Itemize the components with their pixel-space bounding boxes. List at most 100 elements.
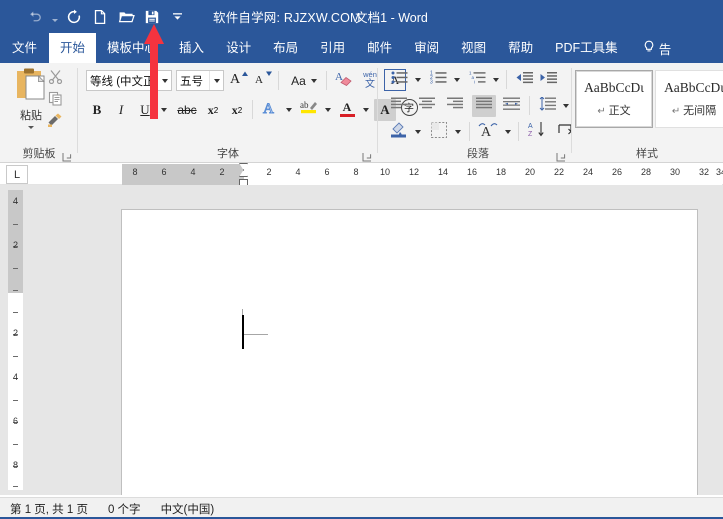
- highlight-icon: ab: [300, 99, 318, 119]
- strikethrough-button[interactable]: abc: [174, 99, 200, 121]
- borders-dropdown-icon[interactable]: [451, 121, 464, 143]
- ruler-tick: 22: [553, 167, 565, 177]
- justify-button[interactable]: [472, 95, 496, 117]
- align-center-button[interactable]: [416, 95, 438, 117]
- bold-label: B: [92, 102, 102, 117]
- align-right-button[interactable]: [444, 95, 466, 117]
- numbered-list-icon: 1 2 3: [430, 70, 447, 90]
- status-word-count[interactable]: 0 个字: [98, 501, 151, 517]
- ruler-tick: 8: [353, 167, 359, 177]
- group-label-font: 字体: [217, 148, 239, 160]
- tell-me-box[interactable]: 告: [629, 33, 671, 63]
- pilcrow-mark: ↵: [597, 106, 609, 117]
- font-color-button[interactable]: A: [336, 97, 358, 121]
- bold-button[interactable]: B: [86, 99, 108, 121]
- borders-button[interactable]: [428, 121, 450, 143]
- multilevel-dropdown-icon[interactable]: [489, 69, 502, 91]
- shading-button[interactable]: [388, 121, 410, 143]
- ruler-tick: 14: [437, 167, 449, 177]
- distribute-button[interactable]: [500, 95, 522, 117]
- style-item-no-spacing[interactable]: AaBbCcDɩ ↵ 无间隔: [655, 70, 723, 128]
- tab-review[interactable]: 审阅: [403, 33, 450, 63]
- paragraph-dialog-launcher[interactable]: [556, 149, 566, 162]
- ruler-tick: 12: [408, 167, 420, 177]
- document-page[interactable]: [122, 210, 697, 495]
- numbering-button[interactable]: 1 2 3: [427, 69, 449, 91]
- open-folder-icon[interactable]: [113, 5, 139, 29]
- font-color-dropdown-icon[interactable]: [359, 99, 372, 121]
- text-effects-dropdown-icon[interactable]: [282, 99, 295, 121]
- font-size-combo[interactable]: 五号: [176, 70, 224, 91]
- new-document-icon[interactable]: [87, 5, 113, 29]
- tab-mailings[interactable]: 邮件: [356, 33, 403, 63]
- ruler-tick: 6: [161, 167, 167, 177]
- asian-layout-button[interactable]: A: [476, 121, 500, 143]
- asian-layout-dropdown-icon[interactable]: [501, 121, 514, 143]
- ruler-tick: 6: [12, 416, 18, 426]
- shrink-font-button[interactable]: A: [252, 70, 274, 91]
- shading-dropdown-icon[interactable]: [411, 121, 424, 143]
- tab-insert[interactable]: 插入: [168, 33, 215, 63]
- group-clipboard: 粘贴 剪贴板: [0, 63, 78, 163]
- svg-text:3: 3: [430, 80, 433, 86]
- horizontal-ruler[interactable]: 8 6 4 2 2 4 6 8 10 12 14 16 18 20 22 24 …: [0, 163, 723, 187]
- grow-font-button[interactable]: A: [228, 70, 250, 91]
- highlight-color-button[interactable]: ab: [298, 97, 320, 121]
- status-bar: 第 1 页, 共 1 页 0 个字 中文(中国): [0, 497, 723, 519]
- strikethrough-label: abc: [177, 103, 197, 117]
- line-spacing-button[interactable]: [536, 95, 558, 117]
- subscript-button[interactable]: x2: [202, 99, 224, 121]
- ruler-tick: 8: [12, 460, 18, 470]
- undo-dropdown-icon[interactable]: [48, 5, 61, 29]
- bullets-button[interactable]: [388, 69, 410, 91]
- align-left-button[interactable]: [388, 95, 410, 117]
- tab-file[interactable]: 文件: [0, 33, 49, 63]
- tab-pdf-toolkit[interactable]: PDF工具集: [544, 33, 629, 63]
- clear-formatting-button[interactable]: A: [332, 69, 356, 91]
- shrink-font-icon: A: [254, 70, 272, 91]
- tab-home[interactable]: 开始: [49, 33, 97, 63]
- change-case-button[interactable]: Aa: [286, 70, 322, 91]
- sort-button[interactable]: A Z: [525, 121, 549, 143]
- watermark-site-text: 软件自学网: RJZXW.COM: [213, 11, 361, 25]
- copy-button[interactable]: [44, 90, 66, 111]
- group-paragraph: 1 2 3 1 a i A A Z 段落: [384, 63, 572, 163]
- bullets-dropdown-icon[interactable]: [411, 69, 424, 91]
- italic-button[interactable]: I: [110, 99, 132, 121]
- tab-view[interactable]: 视图: [450, 33, 497, 63]
- tab-layout[interactable]: 布局: [262, 33, 309, 63]
- cut-button[interactable]: [44, 68, 66, 89]
- status-page-info[interactable]: 第 1 页, 共 1 页: [0, 501, 98, 517]
- justify-icon: [476, 97, 492, 115]
- format-painter-button[interactable]: [44, 112, 66, 133]
- phonetic-guide-button[interactable]: wén 文: [358, 68, 382, 92]
- multilevel-list-button[interactable]: 1 a i: [466, 69, 488, 91]
- redo-icon[interactable]: [61, 5, 87, 29]
- text-boundary-marker: [242, 309, 268, 335]
- ruler-tick: 2: [219, 167, 225, 177]
- asian-layout-icon: A: [478, 121, 498, 143]
- tab-help[interactable]: 帮助: [497, 33, 544, 63]
- phonetic-guide-bottom-label: 文: [365, 78, 375, 90]
- tab-references[interactable]: 引用: [309, 33, 356, 63]
- text-effects-button[interactable]: A: [259, 99, 281, 121]
- font-dialog-launcher[interactable]: [362, 149, 372, 162]
- tab-stop-selector[interactable]: L: [6, 165, 28, 184]
- highlight-dropdown-icon[interactable]: [321, 99, 334, 121]
- document-canvas[interactable]: [28, 185, 723, 495]
- font-size-dropdown-icon[interactable]: [209, 71, 223, 90]
- numbering-dropdown-icon[interactable]: [450, 69, 463, 91]
- superscript-button[interactable]: x2: [226, 99, 248, 121]
- bullet-list-icon: [391, 70, 408, 90]
- tab-design[interactable]: 设计: [215, 33, 262, 63]
- paste-dropdown-icon[interactable]: [28, 126, 34, 129]
- distribute-icon: [502, 97, 520, 116]
- vertical-ruler[interactable]: 4 2 2 4 6 8: [8, 190, 23, 490]
- style-item-normal[interactable]: AaBbCcDɩ ↵ 正文: [575, 70, 653, 128]
- decrease-indent-button[interactable]: [513, 69, 535, 91]
- change-case-dropdown-icon[interactable]: [310, 78, 317, 83]
- status-language[interactable]: 中文(中国): [151, 501, 225, 517]
- undo-icon[interactable]: [22, 5, 48, 29]
- clipboard-dialog-launcher[interactable]: [62, 149, 72, 162]
- increase-indent-button[interactable]: [537, 69, 559, 91]
